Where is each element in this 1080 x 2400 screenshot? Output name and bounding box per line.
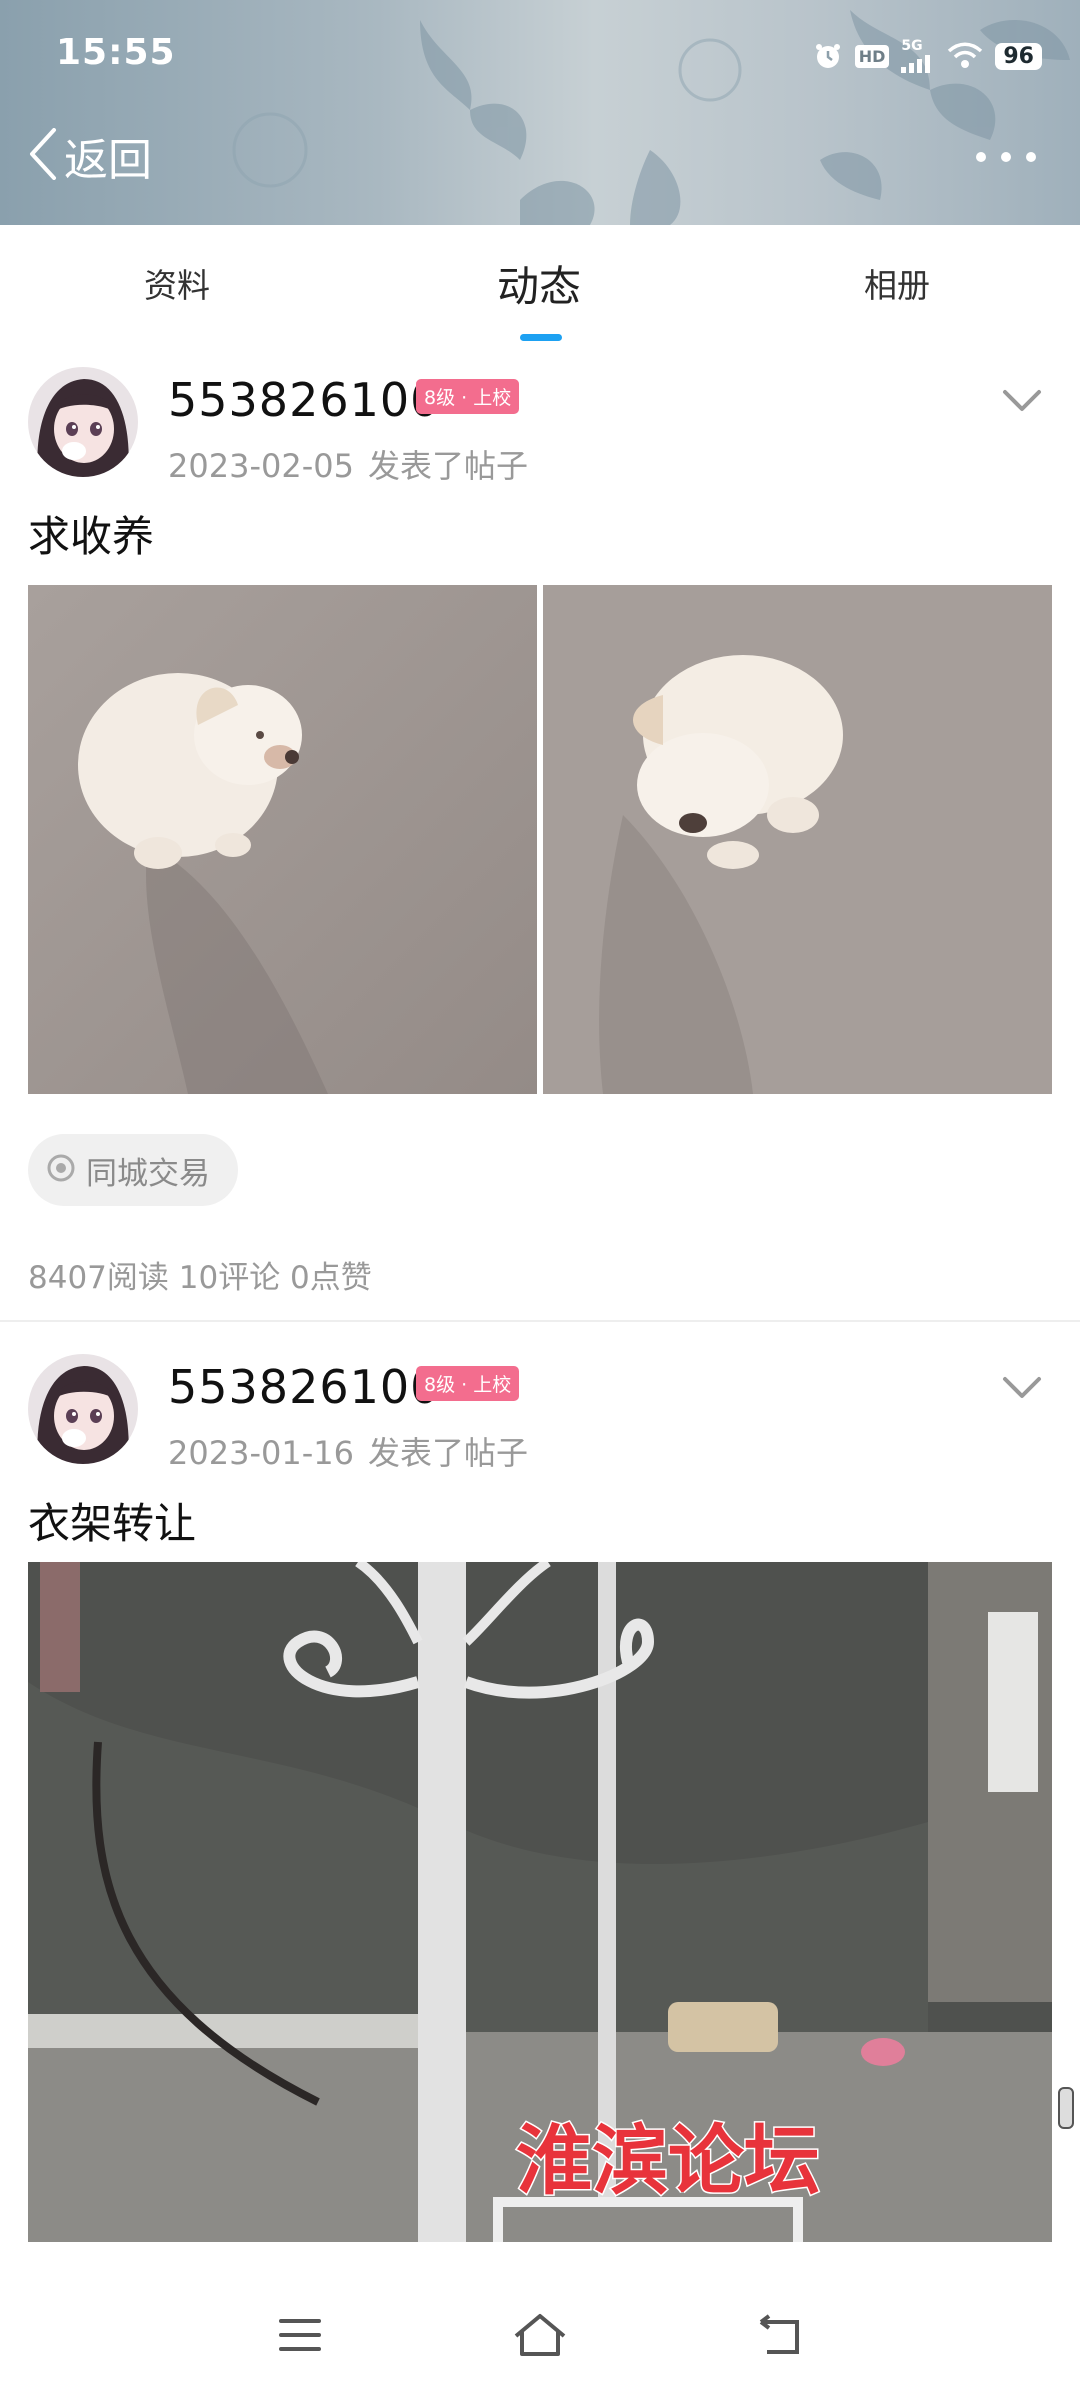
- tab-album[interactable]: 相册: [864, 259, 930, 307]
- more-dots-icon: [976, 152, 986, 162]
- avatar[interactable]: [28, 367, 138, 477]
- post-action: 发表了帖子: [367, 1434, 528, 1472]
- menu-icon[interactable]: [265, 2300, 335, 2370]
- location-target-icon: [46, 1153, 76, 1187]
- post-meta: 2023-01-16 发表了帖子: [168, 1428, 528, 1474]
- hd-badge: HD: [854, 44, 890, 68]
- post-card[interactable]: 553826100 8级 · 上校 2023-01-16 发表了帖子 衣架转让: [0, 1332, 1080, 2242]
- username[interactable]: 553826100: [168, 1360, 440, 1414]
- tab-activity[interactable]: 动态: [497, 253, 581, 314]
- post-title[interactable]: 求收养: [28, 503, 154, 564]
- post-meta: 2023-02-05 发表了帖子: [168, 441, 528, 487]
- post-image-clothes-rack[interactable]: 淮滨论坛: [28, 1562, 1052, 2242]
- active-tab-indicator: [520, 334, 562, 341]
- chevron-down-icon[interactable]: [1002, 1374, 1042, 1402]
- alarm-icon: [813, 41, 843, 71]
- status-icons: HD 5G 96: [813, 36, 1042, 76]
- chevron-down-icon[interactable]: [1002, 387, 1042, 415]
- post-image-puppy-1[interactable]: [28, 585, 537, 1094]
- back-button[interactable]: 返回: [28, 126, 152, 186]
- back-icon[interactable]: [745, 2300, 815, 2370]
- post-action: 发表了帖子: [367, 447, 528, 485]
- chevron-left-icon: [28, 128, 58, 184]
- wifi-icon: [947, 42, 983, 70]
- forum-watermark: 淮滨论坛: [516, 2116, 820, 2205]
- avatar[interactable]: [28, 1354, 138, 1464]
- tab-profile-info[interactable]: 资料: [144, 259, 210, 307]
- level-badge: 8级 · 上校: [416, 1366, 520, 1401]
- profile-header: 15:55 HD 5G 96 返回: [0, 0, 1080, 225]
- post-image-puppy-2[interactable]: [543, 585, 1052, 1094]
- scrollbar-thumb[interactable]: [1058, 2087, 1074, 2129]
- system-nav-bar: [0, 2270, 1080, 2400]
- post-date: 2023-01-16: [168, 1434, 354, 1472]
- post-card[interactable]: 553826100 8级 · 上校 2023-02-05 发表了帖子 求收养 同…: [0, 345, 1080, 1320]
- post-title[interactable]: 衣架转让: [28, 1490, 196, 1551]
- profile-tabs: 资料 动态 相册: [0, 225, 1080, 345]
- post-divider: [0, 1320, 1080, 1322]
- username[interactable]: 553826100: [168, 373, 440, 427]
- back-label: 返回: [64, 135, 152, 186]
- home-icon[interactable]: [505, 2300, 575, 2370]
- topic-tag[interactable]: 同城交易: [28, 1134, 238, 1206]
- more-options-button[interactable]: [976, 140, 1036, 174]
- level-badge: 8级 · 上校: [416, 379, 520, 414]
- post-stats: 8407阅读 10评论 0点赞: [28, 1260, 372, 1296]
- post-date: 2023-02-05: [168, 447, 354, 485]
- signal-icon: 5G: [901, 39, 935, 73]
- topic-tag-label: 同城交易: [86, 1155, 210, 1192]
- network-type: 5G: [901, 38, 923, 54]
- status-time: 15:55: [56, 32, 176, 73]
- battery-indicator: 96: [995, 42, 1042, 70]
